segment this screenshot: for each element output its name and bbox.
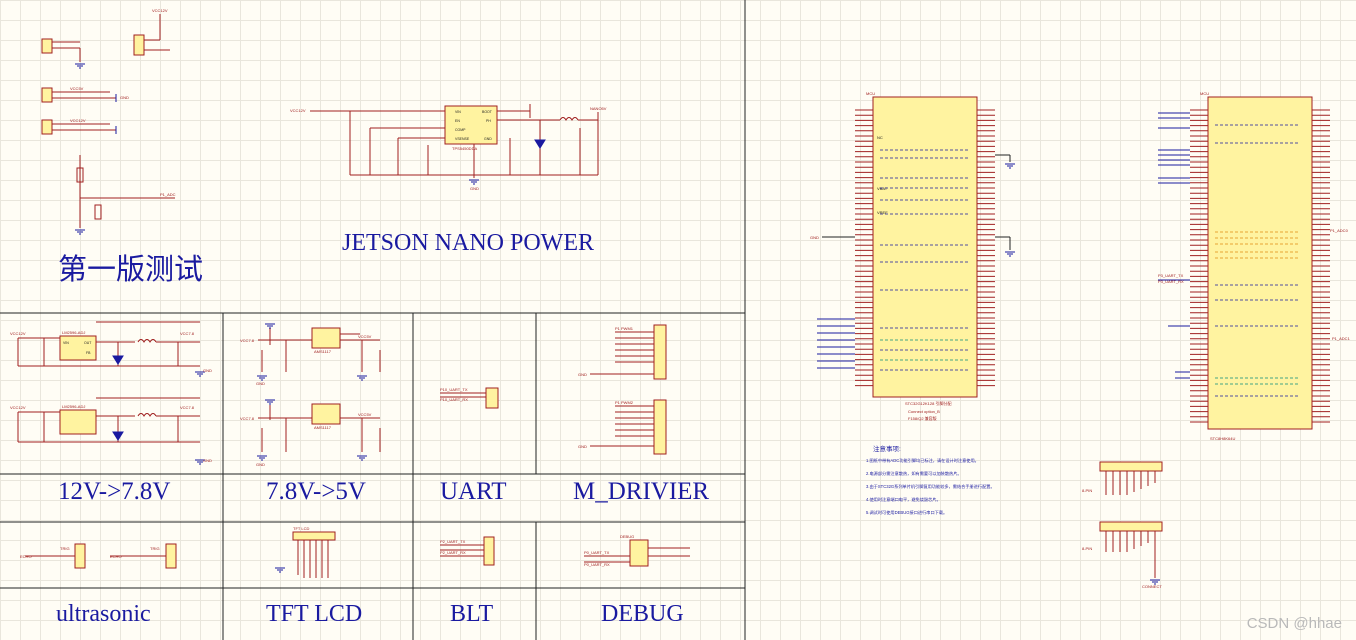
schematic-sheet: VCC12V VCC5V VCC12V P1_ADC GND VCC12V TP… bbox=[0, 0, 1351, 640]
net-gnd-ams2: GND bbox=[256, 462, 265, 467]
net-78-in-a: VCC7.8 bbox=[240, 338, 255, 343]
jetson-pin-ph: PH bbox=[486, 119, 491, 123]
mcu1-ref: MCU bbox=[866, 91, 875, 96]
title-jetson-power: JETSON NANO POWER bbox=[342, 230, 594, 256]
net-adc-first: P1_ADC bbox=[160, 192, 176, 197]
lm-pin-fb: FB bbox=[86, 351, 91, 355]
jetson-pin-boot: BOOT bbox=[482, 110, 493, 114]
notes-title: 注意事项: bbox=[873, 444, 901, 453]
first-test-circuits bbox=[41, 14, 175, 228]
ams-ic-1: AMS1117 bbox=[314, 349, 332, 354]
watermark: CSDN @hhae bbox=[1246, 615, 1342, 632]
net-gnd-jetson: GND bbox=[470, 186, 479, 191]
note-line: 2.电源部分需注意散热，如有需要可以加装散热片。 bbox=[866, 470, 962, 477]
net-78-in-b: VCC7.8 bbox=[240, 416, 255, 421]
jetson-pin-gnd: GND bbox=[484, 137, 492, 141]
tft-lcd-circuit bbox=[292, 531, 336, 578]
m-driver-circuit bbox=[590, 324, 667, 455]
note-line: 1.图纸中带有ADC功能引脚均已标注，请在设计时注意使用。 bbox=[866, 457, 979, 464]
debug-tx-label: P0_UART_TX bbox=[584, 550, 610, 555]
lm-pin-out: OUT bbox=[84, 341, 92, 345]
header-b-label: 8-PIN bbox=[1082, 546, 1092, 551]
net-gnd-first: GND bbox=[120, 95, 129, 100]
mcu1-symbol bbox=[855, 96, 995, 398]
blt-rx-label: P2_UART_RX bbox=[440, 550, 466, 555]
net-gnd-reg2: GND bbox=[203, 458, 212, 463]
net-gnd-ams1: GND bbox=[256, 381, 265, 386]
note-line: 5.调试时可使用DEBUG接口进行串口下载。 bbox=[866, 509, 947, 516]
mcu1-nc: NC bbox=[877, 135, 883, 140]
mcu2-symbol bbox=[1190, 96, 1330, 430]
jetson-ic-label: TPS5450DDA bbox=[452, 146, 477, 151]
net-vcc12v-reg2: VCC12V bbox=[10, 405, 26, 410]
ams-ic-2: AMS1117 bbox=[314, 425, 332, 430]
reg-12-78-circuit bbox=[17, 321, 200, 443]
header-a-label: 8-PIN bbox=[1082, 488, 1092, 493]
mcu1-gnd: GND bbox=[810, 235, 819, 240]
mcu2-adc1: P1_ADC1 bbox=[1332, 336, 1351, 341]
mcu2-ref: MCU bbox=[1200, 91, 1209, 96]
m-pwm2-label: P1 PWM2 bbox=[615, 400, 634, 405]
uart-rx-label: P10_UART_RX bbox=[440, 397, 468, 402]
hc-echo-a: ECHO bbox=[20, 554, 32, 559]
title-uart: UART bbox=[440, 478, 507, 505]
jetson-pin-vin: VIN bbox=[455, 110, 461, 114]
title-blt: BLT bbox=[450, 601, 494, 627]
title-ultrasonic: ultrasonic bbox=[56, 601, 151, 627]
header-8pin-b bbox=[1099, 521, 1163, 578]
net-78-reg2: VCC7.8 bbox=[180, 405, 195, 410]
net-nano5v: NANO5V bbox=[590, 106, 607, 111]
net-vcc12v-reg1: VCC12V bbox=[10, 331, 26, 336]
tft-conn-label: TFT LCD bbox=[293, 526, 309, 531]
net-gnd-reg1: GND bbox=[203, 368, 212, 373]
jetson-pin-comp: COMP bbox=[455, 128, 466, 132]
note-line: 4.使用时注意端口电平，避免烧毁芯片。 bbox=[866, 496, 941, 503]
notes-list: 1.图纸中带有ADC功能引脚均已标注，请在设计时注意使用。 2.电源部分需注意散热… bbox=[866, 457, 995, 516]
title-debug: DEBUG bbox=[601, 601, 684, 627]
debug-conn-label: DEBUG bbox=[620, 534, 634, 539]
hc-trig-a: TRIG bbox=[60, 546, 70, 551]
mcu1-right-gnd bbox=[995, 154, 1011, 162]
net-vcc12v-jetson: VCC12V bbox=[290, 108, 306, 113]
mcu1-vbat: VBAT bbox=[877, 186, 888, 191]
hc-trig-b: TRIG bbox=[150, 546, 160, 551]
lm-ic-2: LM2596-ADJ bbox=[62, 404, 85, 409]
debug-rx-label: P0_UART_RX bbox=[584, 562, 610, 567]
title-12-78: 12V->7.8V bbox=[58, 478, 171, 505]
mcu1-sub2: F158/Q2 兼容版 bbox=[908, 415, 937, 421]
note-line: 3.由于STC32G系列单片机引脚复用功能较多，需结合手册进行配置。 bbox=[866, 483, 995, 490]
header-connect-label: CONNECT bbox=[1142, 584, 1162, 589]
m-pwm1-label: P1 PWM1 bbox=[615, 326, 634, 331]
net-vcc12v-b: VCC12V bbox=[70, 118, 86, 123]
mcu1-lower-left-nets bbox=[817, 318, 855, 369]
title-m-driver: M_DRIVIER bbox=[573, 478, 710, 505]
net-5v-b: VCC5V bbox=[358, 412, 372, 417]
jetson-pin-vsense: VSENSE bbox=[455, 137, 470, 141]
mcu1-title: STC32G12K128 引脚分配 bbox=[905, 400, 951, 406]
mcu1-sub: Connect option_B bbox=[908, 409, 940, 414]
jetson-power-circuit bbox=[310, 104, 599, 178]
hc-echo-b: ECHO bbox=[110, 554, 122, 559]
m-gnd-b: GND bbox=[578, 444, 587, 449]
header-8pin-a bbox=[1099, 461, 1163, 495]
title-78-5: 7.8V->5V bbox=[266, 478, 366, 505]
m-gnd-a: GND bbox=[578, 372, 587, 377]
net-5v-a: VCC5V bbox=[358, 334, 372, 339]
mcu2-name: STC8H8K64U bbox=[1210, 436, 1235, 441]
net-vcc12v-top: VCC12V bbox=[152, 8, 168, 13]
reg-78-5-circuit bbox=[258, 327, 381, 452]
net-vcc5v-a: VCC5V bbox=[70, 86, 84, 91]
mcu2-left-nets bbox=[1158, 112, 1190, 379]
jetson-pin-en: EN bbox=[455, 119, 460, 123]
lm-pin-vin: VIN bbox=[63, 341, 69, 345]
net-78-reg1: VCC7.8 bbox=[180, 331, 195, 336]
lm-ic-1: LM2596-ADJ bbox=[62, 330, 85, 335]
uart-tx-label: P10_UART_TX bbox=[440, 387, 468, 392]
title-tft-lcd: TFT LCD bbox=[266, 601, 363, 627]
title-first-test: 第一版测试 bbox=[58, 252, 204, 286]
mcu2-adc0: P1_ADC0 bbox=[1330, 228, 1349, 233]
blt-tx-label: P2_UART_TX bbox=[440, 539, 466, 544]
mcu2-uart-tx: P3_UART_TX bbox=[1158, 273, 1184, 278]
